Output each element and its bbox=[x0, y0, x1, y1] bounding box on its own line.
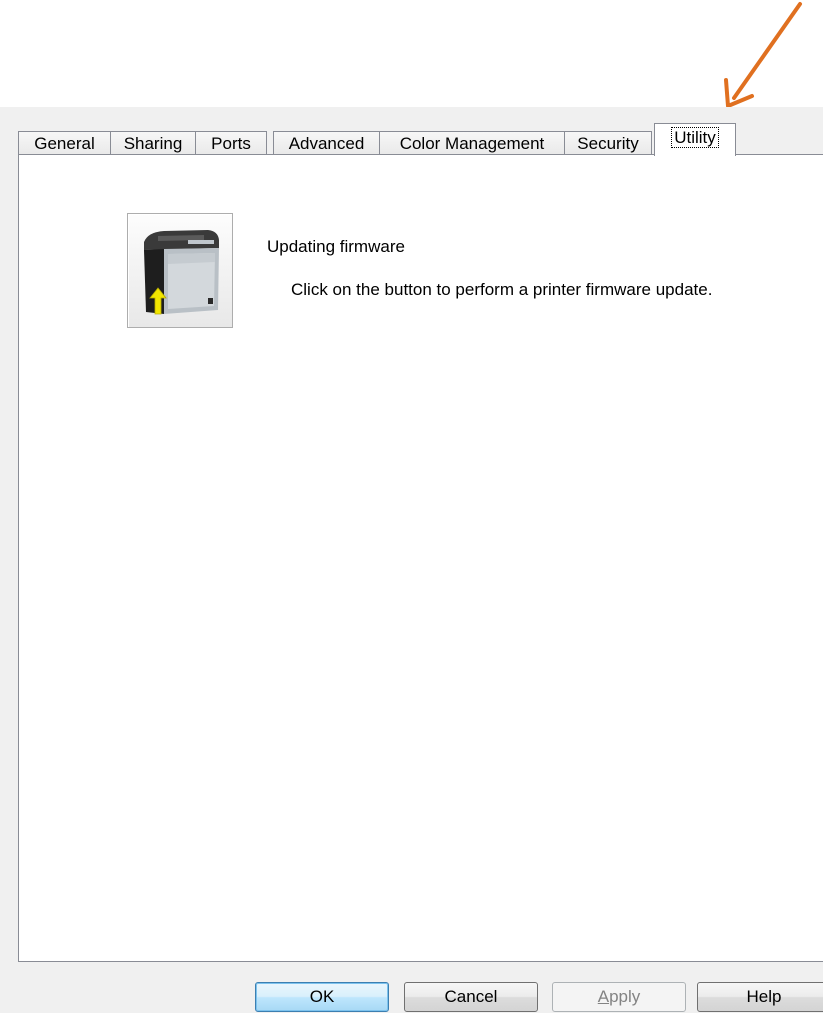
printer-firmware-update-icon bbox=[144, 230, 219, 315]
tab-label: General bbox=[34, 134, 95, 153]
tab-advanced[interactable]: Advanced bbox=[273, 131, 380, 155]
ok-button[interactable]: OK bbox=[255, 982, 389, 1012]
cancel-button[interactable]: Cancel bbox=[404, 982, 538, 1012]
tab-sharing[interactable]: Sharing bbox=[110, 131, 196, 155]
apply-mnemonic: A bbox=[597, 987, 610, 1006]
tab-label: Sharing bbox=[123, 134, 183, 153]
tab-label: Advanced bbox=[288, 134, 365, 153]
section-title: Updating firmware bbox=[267, 237, 405, 256]
section-description: Click on the button to perform a printer… bbox=[291, 280, 713, 299]
tab-general[interactable]: General bbox=[18, 131, 111, 155]
tab-strip: General Sharing Ports Advanced Color Man… bbox=[18, 123, 823, 156]
tab-ports[interactable]: Ports bbox=[195, 131, 267, 155]
apply-label-rest: pply bbox=[609, 987, 641, 1006]
tab-label: Color Management bbox=[399, 134, 545, 153]
printer-properties-dialog: General Sharing Ports Advanced Color Man… bbox=[0, 107, 823, 1013]
help-button[interactable]: Help bbox=[697, 982, 823, 1012]
apply-button[interactable]: Apply bbox=[552, 982, 686, 1012]
tab-label: Security bbox=[577, 134, 639, 153]
tab-utility[interactable]: Utility bbox=[654, 123, 736, 156]
tab-security[interactable]: Security bbox=[564, 131, 652, 155]
utility-tab-panel: Updating firmware Click on the button to… bbox=[18, 154, 823, 962]
tab-color-management[interactable]: Color Management bbox=[379, 131, 565, 155]
annotation-arrow-icon bbox=[724, 2, 802, 108]
tab-label: Utility bbox=[671, 127, 719, 148]
page: General Sharing Ports Advanced Color Man… bbox=[0, 0, 823, 1013]
firmware-update-button[interactable] bbox=[127, 213, 233, 328]
tab-label: Ports bbox=[211, 134, 251, 153]
